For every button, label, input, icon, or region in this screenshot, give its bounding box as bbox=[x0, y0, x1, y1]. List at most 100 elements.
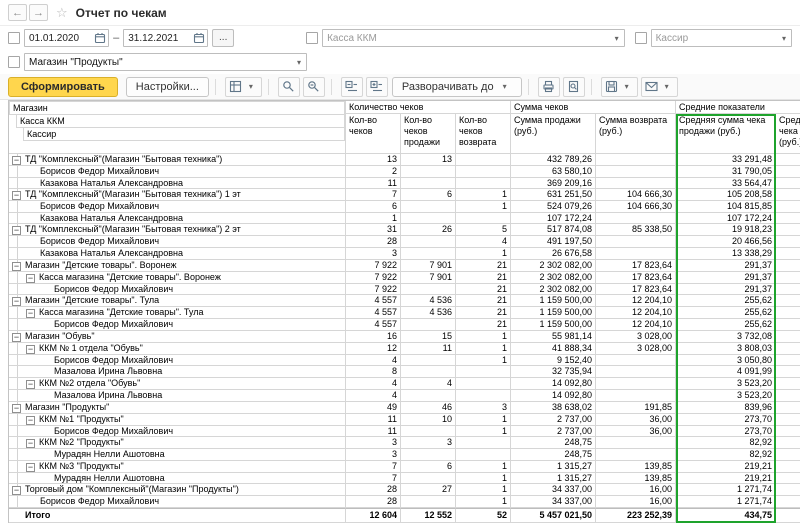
table-row[interactable]: −ККМ №2 отдела "Обувь"4414 092,803 523,2… bbox=[9, 378, 800, 390]
row-label-cell[interactable]: −Торговый дом "Комплексный"(Магазин "Про… bbox=[9, 484, 346, 496]
row-label-cell[interactable]: −ККМ №3 "Продукты" bbox=[9, 461, 346, 473]
table-row[interactable]: −ККМ № 1 отдела "Обувь"1211141 888,343 0… bbox=[9, 343, 800, 355]
collapse-icon[interactable]: − bbox=[26, 463, 35, 472]
value-cell[interactable]: 4 557 bbox=[346, 319, 401, 331]
row-label-cell[interactable]: Борисов Федор Михайлович bbox=[9, 426, 346, 438]
table-row[interactable]: Борисов Федор Михайлович4 557211 159 500… bbox=[9, 319, 800, 331]
value-cell[interactable]: 248,75 bbox=[511, 449, 596, 461]
row-label-cell[interactable]: −ККМ №2 "Продукты" bbox=[9, 437, 346, 449]
value-cell[interactable]: 2 737,00 bbox=[511, 426, 596, 438]
value-cell[interactable] bbox=[776, 473, 800, 485]
total-row[interactable]: Итого12 60412 552525 457 021,50223 252,3… bbox=[9, 508, 800, 523]
value-cell[interactable]: 432 789,26 bbox=[511, 154, 596, 166]
value-cell[interactable] bbox=[596, 178, 676, 190]
value-cell[interactable]: 7 901 bbox=[401, 272, 456, 284]
value-cell[interactable]: 4 557 bbox=[346, 307, 401, 319]
row-label-cell[interactable]: Борисов Федор Михайлович bbox=[9, 236, 346, 248]
value-cell[interactable] bbox=[596, 154, 676, 166]
row-label-cell[interactable]: −ККМ №2 отдела "Обувь" bbox=[9, 378, 346, 390]
value-cell[interactable]: 1 bbox=[456, 496, 511, 508]
row-label-cell[interactable]: Борисов Федор Михайлович bbox=[9, 319, 346, 331]
table-row[interactable]: Казакова Наталья Александровна3126 676,5… bbox=[9, 248, 800, 260]
value-cell[interactable]: 12 204,10 bbox=[596, 307, 676, 319]
value-cell[interactable]: 12 204,10 bbox=[596, 319, 676, 331]
col-header-qty-return[interactable]: Кол-во чеков возврата bbox=[456, 114, 511, 154]
value-cell[interactable]: 3 bbox=[401, 437, 456, 449]
table-row[interactable]: Борисов Федор Михайлович7 922212 302 082… bbox=[9, 284, 800, 296]
row-label-cell[interactable]: Борисов Федор Михайлович bbox=[9, 355, 346, 367]
col-header-qty-total[interactable]: Кол-во чеков bbox=[346, 114, 401, 154]
value-cell[interactable] bbox=[401, 426, 456, 438]
collapse-icon[interactable]: − bbox=[26, 380, 35, 389]
value-cell[interactable]: 41 888,34 bbox=[511, 343, 596, 355]
value-cell[interactable]: 17 823,64 bbox=[596, 284, 676, 296]
collapse-icon[interactable]: − bbox=[12, 404, 21, 413]
value-cell[interactable]: 12 204,10 bbox=[596, 295, 676, 307]
value-cell[interactable]: 3 bbox=[346, 248, 401, 260]
chevron-down-icon[interactable]: ▾ bbox=[777, 34, 791, 43]
value-cell[interactable] bbox=[776, 366, 800, 378]
value-cell[interactable]: 14 092,80 bbox=[511, 378, 596, 390]
value-cell[interactable] bbox=[596, 355, 676, 367]
value-cell[interactable] bbox=[596, 390, 676, 402]
value-cell[interactable]: 4 536 bbox=[401, 307, 456, 319]
collapse-groups-button[interactable] bbox=[341, 77, 363, 97]
value-cell[interactable]: 28 bbox=[346, 484, 401, 496]
value-cell[interactable] bbox=[401, 201, 456, 213]
kassa-filter-combo[interactable]: Касса ККМ ▾ bbox=[322, 29, 625, 47]
value-cell[interactable]: 21 bbox=[456, 260, 511, 272]
value-cell[interactable] bbox=[401, 236, 456, 248]
value-cell[interactable]: 46 bbox=[401, 402, 456, 414]
value-cell[interactable] bbox=[596, 378, 676, 390]
collapse-icon[interactable]: − bbox=[12, 156, 21, 165]
table-row[interactable]: Борисов Федор Михайлович1112 737,0036,00… bbox=[9, 426, 800, 438]
value-cell[interactable]: 31 790,05 bbox=[676, 166, 776, 178]
value-cell[interactable]: 4 557 bbox=[346, 295, 401, 307]
value-cell[interactable]: 255,62 bbox=[676, 319, 776, 331]
value-cell[interactable]: 104 815,85 bbox=[676, 201, 776, 213]
print-preview-button[interactable] bbox=[563, 77, 585, 97]
value-cell[interactable]: 2 302 082,00 bbox=[511, 272, 596, 284]
value-cell[interactable] bbox=[596, 248, 676, 260]
value-cell[interactable]: 139,85 bbox=[596, 473, 676, 485]
value-cell[interactable] bbox=[456, 378, 511, 390]
value-cell[interactable]: 1 159 500,00 bbox=[511, 319, 596, 331]
value-cell[interactable]: 3 028,00 bbox=[596, 343, 676, 355]
value-cell[interactable]: 8 bbox=[346, 366, 401, 378]
value-cell[interactable] bbox=[776, 295, 800, 307]
row-label-cell[interactable]: −ККМ №1 "Продукты" bbox=[9, 414, 346, 426]
table-row[interactable]: −Магазин "Обувь"1615155 981,143 028,003 … bbox=[9, 331, 800, 343]
value-cell[interactable]: 839,96 bbox=[676, 402, 776, 414]
value-cell[interactable]: 7 bbox=[346, 473, 401, 485]
collapse-icon[interactable]: − bbox=[26, 439, 35, 448]
value-cell[interactable] bbox=[456, 166, 511, 178]
row-label-cell[interactable]: Казакова Наталья Александровна bbox=[9, 248, 346, 260]
value-cell[interactable]: 21 bbox=[456, 295, 511, 307]
collapse-icon[interactable]: − bbox=[12, 486, 21, 495]
calendar-icon[interactable] bbox=[193, 32, 205, 44]
value-cell[interactable]: 52 bbox=[456, 508, 511, 523]
value-cell[interactable]: 15 bbox=[401, 331, 456, 343]
value-cell[interactable]: 219,21 bbox=[676, 461, 776, 473]
col-header-avg-return[interactable]: Средняя сумма чека возврата (руб.) bbox=[776, 114, 800, 154]
value-cell[interactable] bbox=[401, 473, 456, 485]
value-cell[interactable]: 631 251,50 bbox=[511, 189, 596, 201]
value-cell[interactable]: 291,37 bbox=[676, 272, 776, 284]
table-row[interactable]: −Касса магазина "Детские товары". Вороне… bbox=[9, 272, 800, 284]
value-cell[interactable]: 1 159 500,00 bbox=[511, 295, 596, 307]
value-cell[interactable] bbox=[776, 402, 800, 414]
value-cell[interactable] bbox=[776, 319, 800, 331]
value-cell[interactable]: 34 337,00 bbox=[511, 496, 596, 508]
table-row[interactable]: −Касса магазина "Детские товары". Тула4 … bbox=[9, 307, 800, 319]
value-cell[interactable] bbox=[776, 166, 800, 178]
value-cell[interactable] bbox=[401, 319, 456, 331]
value-cell[interactable] bbox=[456, 390, 511, 402]
table-row[interactable]: −Магазин "Детские товары". Воронеж7 9227… bbox=[9, 260, 800, 272]
value-cell[interactable] bbox=[776, 224, 800, 236]
date-from-field[interactable]: 01.01.2020 bbox=[24, 29, 109, 47]
value-cell[interactable]: 10 bbox=[401, 414, 456, 426]
value-cell[interactable]: 21 bbox=[456, 272, 511, 284]
value-cell[interactable]: 4 091,99 bbox=[676, 366, 776, 378]
value-cell[interactable]: 9 152,40 bbox=[511, 355, 596, 367]
value-cell[interactable]: 12 bbox=[346, 343, 401, 355]
